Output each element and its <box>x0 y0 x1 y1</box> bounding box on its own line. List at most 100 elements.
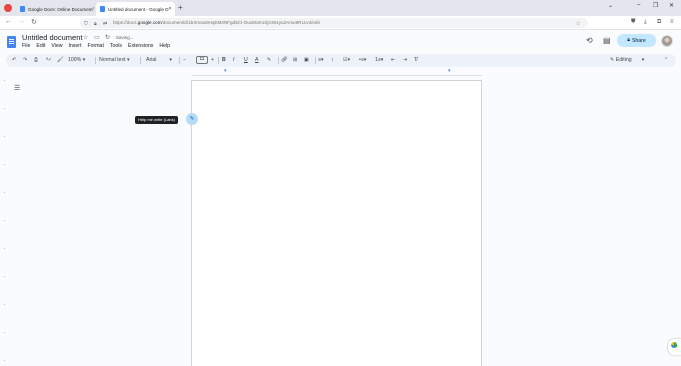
back-icon[interactable]: ← <box>5 18 12 25</box>
tab-close-icon[interactable]: × <box>169 6 172 12</box>
italic-icon[interactable]: I <box>233 56 234 65</box>
highlight-color-icon[interactable]: ✎ <box>267 56 271 65</box>
menu-extensions[interactable]: Extensions <box>128 43 153 49</box>
font-size-input[interactable]: 11 <box>196 56 208 64</box>
move-folder-icon[interactable]: ▭ <box>94 34 100 41</box>
paragraph-style-select[interactable]: Normal text ▾ <box>99 56 130 65</box>
reload-icon[interactable]: ↻ <box>31 18 37 26</box>
print-icon[interactable]: ⎙ <box>34 56 38 65</box>
address-bar[interactable]: ⛉ 🔒︎ ⇄ https://docs.google.com/document/… <box>80 18 588 28</box>
permissions-icon[interactable]: ⇄ <box>103 19 107 28</box>
insert-image-icon[interactable]: ▣ <box>304 56 309 65</box>
document-outline-icon[interactable]: ☰ <box>14 84 20 92</box>
share-label: Share <box>631 37 646 44</box>
new-tab-button[interactable]: + <box>178 3 183 12</box>
app-menu-icon[interactable]: ≡ <box>670 19 674 25</box>
numbered-list-icon[interactable]: 1≡▾ <box>375 56 384 65</box>
docs-favicon-icon <box>20 6 25 12</box>
increase-indent-icon[interactable]: ⇥ <box>403 56 407 65</box>
add-comment-icon[interactable]: ⊞ <box>293 56 297 65</box>
horizontal-ruler[interactable]: ▾ ▾ <box>192 69 482 76</box>
extensions-icon[interactable]: ⧉ <box>657 19 661 26</box>
clear-formatting-icon[interactable]: T̸ <box>414 56 417 65</box>
menu-insert[interactable]: Insert <box>68 43 81 49</box>
shield-icon[interactable]: ⛉ <box>84 19 88 28</box>
tab-untitled-document[interactable]: Untitled document - Google D × <box>96 2 175 16</box>
font-select[interactable]: Arial ▾ <box>146 56 172 65</box>
menu-file[interactable]: File <box>22 43 30 49</box>
chevron-left-icon[interactable]: ‹ <box>676 344 678 350</box>
browser-nav-bar: ← → ↻ ⛉ 🔒︎ ⇄ https://docs.google.com/doc… <box>0 16 681 30</box>
tab-google-docs-online[interactable]: Google Docs: Online Document × <box>16 2 94 16</box>
line-spacing-icon[interactable]: ↕ <box>331 56 334 65</box>
lock-icon: 🔒︎ <box>627 37 630 43</box>
undo-icon[interactable]: ↶ <box>12 56 16 65</box>
saving-status: Saving... <box>116 35 134 40</box>
bulleted-list-icon[interactable]: •≡▾ <box>359 56 366 65</box>
toolbar-divider <box>179 57 180 64</box>
explore-button[interactable] <box>668 339 681 355</box>
url-domain: google.com <box>137 20 162 25</box>
url-path: /document/d/1bXmow0HqEM3NFgd6Ct-OuvMoKoX… <box>161 20 320 25</box>
magic-pen-icon: ✎ <box>189 116 195 122</box>
toolbar-divider <box>140 57 141 64</box>
version-history-icon[interactable]: ⟲ <box>586 36 593 45</box>
document-title[interactable]: Untitled document <box>22 33 82 42</box>
document-page[interactable] <box>191 80 482 366</box>
pocket-icon[interactable]: ⛊ <box>631 19 636 26</box>
insert-link-icon[interactable]: 🔗︎ <box>281 56 288 65</box>
help-me-write-button[interactable]: ✎ <box>186 113 198 125</box>
menu-help[interactable]: Help <box>159 43 170 49</box>
increase-font-size-icon[interactable]: + <box>211 56 214 65</box>
tab-title: Google Docs: Online Document <box>28 6 93 12</box>
help-me-write-tooltip: Help me write (Labs) <box>135 116 178 124</box>
menu-format[interactable]: Format <box>87 43 103 49</box>
paint-format-icon[interactable]: 🖌︎ <box>57 56 64 65</box>
forward-icon[interactable]: → <box>18 18 25 25</box>
formatting-toolbar: ↶ ↷ ⎙ ᵃ✓ 🖌︎ 100% ▾ Normal text ▾ Arial ▾… <box>6 54 676 67</box>
minimize-button[interactable]: – <box>637 2 640 8</box>
browser-menu-icon[interactable] <box>4 4 12 12</box>
tab-close-icon[interactable]: × <box>93 6 94 12</box>
docs-favicon-icon <box>100 6 105 12</box>
avatar[interactable] <box>661 35 673 47</box>
sync-status-icon: ↻ <box>105 35 111 41</box>
decrease-font-size-icon[interactable]: − <box>183 56 186 65</box>
menu-edit[interactable]: Edit <box>36 43 45 49</box>
left-indent-marker-icon[interactable]: ▾ <box>224 69 229 74</box>
lock-icon[interactable]: 🔒︎ <box>94 19 97 28</box>
bold-icon[interactable]: B <box>222 56 226 65</box>
editing-mode-value: Editing <box>615 57 632 63</box>
docs-menu-bar: File Edit View Insert Format Tools Exten… <box>22 43 170 49</box>
downloads-icon[interactable]: ⤓ <box>644 19 647 26</box>
url-prefix: https://docs. <box>113 20 138 25</box>
comments-icon[interactable]: ▤ <box>603 36 611 45</box>
font-value: Arial <box>146 57 157 63</box>
spellcheck-icon[interactable]: ᵃ✓ <box>46 56 52 65</box>
paragraph-style-value: Normal text <box>99 57 126 63</box>
text-color-icon[interactable]: A <box>255 56 258 65</box>
decrease-indent-icon[interactable]: ⇤ <box>391 56 395 65</box>
star-icon[interactable]: ☆ <box>83 34 88 41</box>
redo-icon[interactable]: ↷ <box>23 56 27 65</box>
zoom-select[interactable]: 100% ▾ <box>68 56 85 65</box>
restore-button[interactable]: ❐ <box>653 2 658 9</box>
collapse-menus-icon[interactable]: ⌃ <box>664 56 668 65</box>
toolbar-divider <box>95 57 96 64</box>
toolbar-divider <box>315 57 316 64</box>
bookmark-star-icon[interactable]: ☆ <box>576 19 580 28</box>
docs-logo-icon[interactable] <box>7 36 16 48</box>
share-button[interactable]: 🔒︎ Share <box>617 34 656 47</box>
align-select-icon[interactable]: ≡▾ <box>318 56 324 65</box>
browser-tab-strip: Google Docs: Online Document × Untitled … <box>0 0 681 16</box>
editing-mode-select[interactable]: ✎ Editing ▾ <box>610 56 644 65</box>
menu-tools[interactable]: Tools <box>110 43 122 49</box>
right-indent-marker-icon[interactable]: ▾ <box>448 69 453 74</box>
toolbar-divider <box>278 57 279 64</box>
tab-list-button[interactable]: ⌄ <box>608 2 613 9</box>
toolbar-divider <box>218 57 219 64</box>
underline-icon[interactable]: U <box>244 56 248 65</box>
checklist-icon[interactable]: ☑▾ <box>343 56 350 65</box>
menu-view[interactable]: View <box>51 43 62 49</box>
close-window-button[interactable]: ✕ <box>669 2 674 9</box>
